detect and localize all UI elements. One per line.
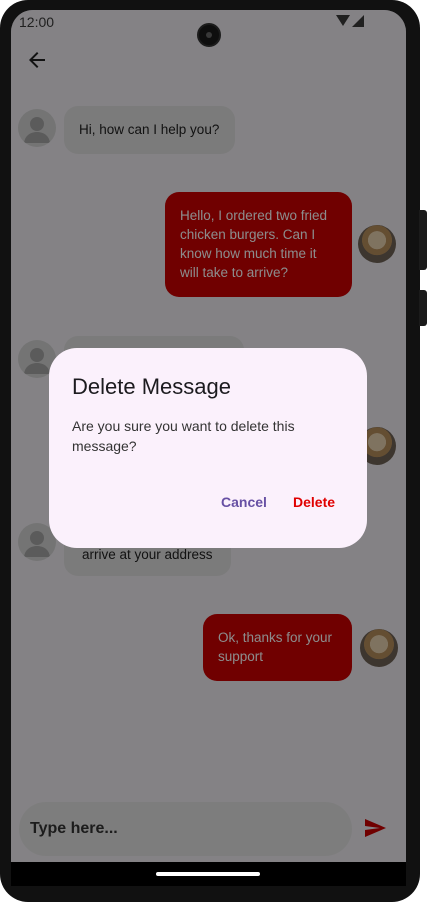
dialog-body: Are you sure you want to delete this mes…	[72, 418, 295, 454]
delete-message-dialog: Delete Message Are you sure you want to …	[49, 348, 367, 548]
dialog-title: Delete Message	[72, 374, 231, 399]
frame-edge	[420, 0, 437, 902]
power-button	[419, 290, 427, 326]
delete-button[interactable]: Delete	[293, 494, 335, 510]
volume-button	[419, 210, 427, 270]
home-indicator[interactable]	[156, 872, 260, 876]
cancel-button[interactable]: Cancel	[221, 494, 267, 510]
navigation-bar	[11, 862, 406, 886]
app-screen: 12:00 Hi, how can I help you? Hello, I o…	[11, 10, 406, 886]
